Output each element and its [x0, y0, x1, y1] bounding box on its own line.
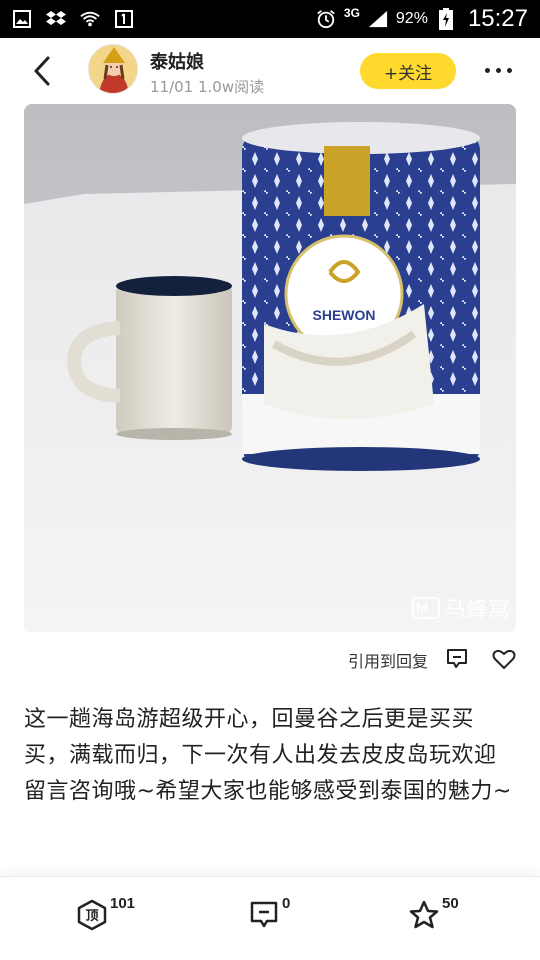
more-options-button[interactable]: [482, 58, 514, 82]
comment-button[interactable]: 0: [248, 895, 290, 931]
network-type: 3G: [343, 6, 360, 20]
brand-label: SHEWON: [313, 307, 376, 323]
star-count: 50: [442, 895, 459, 912]
like-button[interactable]: [492, 648, 516, 670]
watermark-text: 马蜂窝: [443, 598, 510, 623]
status-bar: 3G 92% 15:27: [0, 0, 540, 38]
dot-icon: [506, 67, 512, 73]
svg-text:顶: 顶: [85, 909, 98, 924]
signal-icon: [368, 9, 388, 29]
comment-icon: [248, 899, 280, 931]
post-photo[interactable]: SHEWON 马蜂窝: [24, 104, 516, 632]
battery-percent: 92%: [395, 10, 428, 27]
author-name[interactable]: 泰姑娘: [150, 48, 204, 74]
dot-icon: [495, 67, 501, 73]
avatar[interactable]: [88, 44, 138, 94]
post-meta: 11/01 1.0w阅读: [150, 78, 265, 96]
watermark: 马蜂窝: [411, 592, 510, 624]
post-body-text: 这一趟海岛游超级开心，回曼谷之后更是买买买，满载而归，下一次有人出发去皮皮岛玩欢…: [24, 707, 512, 804]
comment-count: 0: [282, 895, 291, 912]
photo-actions: 引用到回复: [0, 642, 540, 676]
top-button[interactable]: 顶 101: [76, 895, 135, 931]
dot-icon: [484, 67, 490, 73]
alarm-icon: [316, 9, 336, 29]
chevron-left-icon: [34, 56, 50, 86]
comment-icon: [447, 649, 467, 668]
photo-illustration: SHEWON: [24, 104, 516, 632]
quote-to-reply-link[interactable]: 引用到回复: [348, 648, 428, 672]
follow-button[interactable]: +关注: [360, 53, 456, 89]
bottom-action-bar: 顶 101 0 50: [0, 876, 540, 960]
top-count: 101: [110, 895, 136, 912]
post-header: 泰姑娘 11/01 1.0w阅读 +关注: [0, 38, 540, 104]
notification-1-icon: [114, 9, 134, 29]
wifi-question-icon: [80, 9, 100, 29]
battery-charging-icon: [436, 8, 456, 30]
clock: 15:27: [467, 5, 528, 32]
back-button[interactable]: [26, 55, 58, 87]
favorite-button[interactable]: 50: [408, 895, 459, 931]
star-icon: [408, 899, 440, 931]
dropbox-icon: [46, 9, 66, 29]
heart-icon: [492, 649, 516, 669]
mafengwo-logo-icon: [411, 597, 440, 619]
top-vote-icon: 顶: [76, 899, 108, 931]
image-icon: [12, 9, 32, 29]
reply-button[interactable]: [446, 648, 468, 670]
screen: 3G 92% 15:27 泰姑娘 11/01 1.0w阅读 +关注 SHEWON…: [0, 0, 540, 960]
